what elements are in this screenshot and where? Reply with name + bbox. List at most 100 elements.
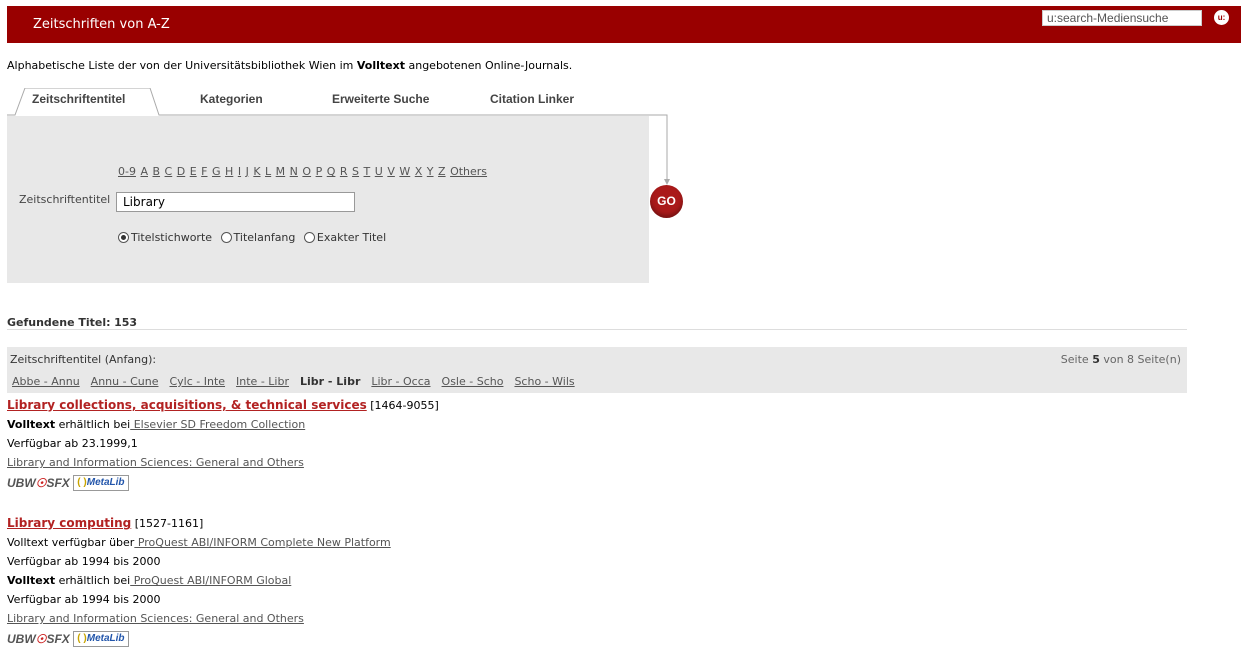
- page-prefix: Seite: [1060, 353, 1089, 366]
- availability-text: Volltext verfügbar über: [7, 536, 135, 549]
- entry-title-line: Library computing [1527-1161]: [7, 514, 391, 533]
- range-link[interactable]: Scho - Wils: [514, 375, 574, 388]
- intro-text: Alphabetische Liste der von der Universi…: [7, 59, 572, 72]
- tab-erweiterte-suche[interactable]: Erweiterte Suche: [332, 92, 429, 106]
- ubw-text: UBW: [7, 475, 36, 490]
- tab-citation-linker[interactable]: Citation Linker: [490, 92, 574, 106]
- title-search-input[interactable]: Library: [116, 192, 355, 212]
- metalib-icon: ( ): [77, 477, 87, 488]
- provider-link[interactable]: Elsevier SD Freedom Collection: [130, 418, 306, 431]
- alphabet-link[interactable]: E: [190, 165, 197, 178]
- sfx-logo-icon: ☉: [35, 475, 47, 490]
- divider: [7, 329, 1187, 330]
- go-button[interactable]: GO: [650, 185, 683, 218]
- page-current: 5: [1092, 353, 1100, 366]
- alphabet-link[interactable]: A: [140, 165, 148, 178]
- found-count: Gefundene Titel: 153: [7, 316, 137, 329]
- alphabet-link[interactable]: O: [302, 165, 311, 178]
- category-link[interactable]: Library and Information Sciences: Genera…: [7, 612, 304, 625]
- range-label: Zeitschriftentitel (Anfang):: [10, 353, 157, 366]
- journal-entry: Library collections, acquisitions, & tec…: [7, 396, 439, 491]
- range-link[interactable]: Annu - Cune: [91, 375, 159, 388]
- tab-kategorien[interactable]: Kategorien: [200, 92, 263, 106]
- alphabet-link[interactable]: Q: [327, 165, 336, 178]
- alphabet-link[interactable]: M: [276, 165, 286, 178]
- alphabet-link[interactable]: W: [399, 165, 410, 178]
- alphabet-link[interactable]: H: [225, 165, 233, 178]
- availability-line: Volltext verfügbar über ProQuest ABI/INF…: [7, 533, 391, 552]
- alphabet-link[interactable]: K: [253, 165, 260, 178]
- radio-titelstichworte[interactable]: Titelstichworte: [118, 231, 212, 244]
- range-link[interactable]: Osle - Scho: [442, 375, 504, 388]
- volltext-label: Volltext: [7, 418, 56, 431]
- search-mode-radios: Titelstichworte Titelanfang Exakter Tite…: [118, 231, 391, 244]
- title-label: Zeitschriftentitel: [19, 193, 111, 206]
- alphabet-link[interactable]: V: [387, 165, 395, 178]
- category-line: Library and Information Sciences: Genera…: [7, 609, 391, 628]
- radio-label: Titelstichworte: [131, 231, 213, 244]
- provider-link[interactable]: ProQuest ABI/INFORM Complete New Platfor…: [134, 536, 391, 549]
- metalib-button[interactable]: ( )MetaLib: [73, 475, 129, 491]
- sfx-logo-icon: ☉: [35, 631, 47, 646]
- range-link[interactable]: Abbe - Annu: [12, 375, 80, 388]
- radio-checked-icon[interactable]: [118, 232, 129, 243]
- alphabet-link[interactable]: F: [201, 165, 207, 178]
- badge-row: UBW☉SFX ( )MetaLib: [7, 473, 439, 491]
- radio-label: Exakter Titel: [316, 231, 387, 244]
- alphabet-link[interactable]: I: [238, 165, 241, 178]
- category-line: Library and Information Sciences: Genera…: [7, 453, 439, 472]
- range-link[interactable]: Libr - Occa: [371, 375, 430, 388]
- radio-unchecked-icon[interactable]: [303, 232, 315, 243]
- coverage-line: Verfügbar ab 1994 bis 2000: [7, 555, 161, 568]
- alphabet-link[interactable]: L: [265, 165, 271, 178]
- tab-zeitschriftentitel[interactable]: Zeitschriftentitel: [32, 92, 125, 106]
- found-label: Gefundene Titel:: [7, 316, 111, 329]
- alphabet-link[interactable]: Others: [450, 165, 487, 178]
- availability-text: erhältlich bei: [55, 574, 131, 587]
- range-link[interactable]: Inte - Libr: [236, 375, 289, 388]
- media-search-input[interactable]: u:search-Mediensuche: [1042, 10, 1202, 26]
- alphabet-link[interactable]: B: [153, 165, 161, 178]
- range-links: Abbe - Annu Annu - Cune Cylc - Inte Inte - …: [12, 375, 586, 388]
- alphabet-link[interactable]: P: [316, 165, 323, 178]
- page-info: Seite 5 von 8 Seite(n): [1061, 353, 1181, 366]
- journal-title-link[interactable]: Library computing: [7, 516, 131, 530]
- alphabet-link[interactable]: J: [246, 165, 249, 178]
- journal-entry: Library computing [1527-1161] Volltext v…: [7, 514, 391, 647]
- alphabet-link[interactable]: Y: [427, 165, 434, 178]
- alphabet-link[interactable]: X: [415, 165, 423, 178]
- page-suffix: von 8 Seite(n): [1103, 353, 1181, 366]
- alphabet-link[interactable]: 0-9: [118, 165, 136, 178]
- ubw-sfx-button[interactable]: UBW☉SFX: [7, 474, 70, 493]
- alphabet-nav: 0-9 A B C D E F G H I J K L M N O P Q R …: [118, 165, 488, 178]
- metalib-text: MetaLib: [86, 477, 125, 488]
- alphabet-link[interactable]: R: [340, 165, 348, 178]
- radio-exakter-titel[interactable]: Exakter Titel: [303, 231, 387, 244]
- radio-titelanfang[interactable]: Titelanfang: [220, 231, 295, 244]
- range-link[interactable]: Cylc - Inte: [169, 375, 225, 388]
- issn: [1464-9055]: [370, 399, 439, 412]
- category-link[interactable]: Library and Information Sciences: Genera…: [7, 456, 304, 469]
- range-nav-box: Zeitschriftentitel (Anfang): Seite 5 von…: [7, 347, 1187, 393]
- badge-row: UBW☉SFX ( )MetaLib: [7, 629, 391, 647]
- alphabet-link[interactable]: U: [375, 165, 383, 178]
- alphabet-link[interactable]: S: [352, 165, 359, 178]
- availability-line: Volltext erhältlich bei ProQuest ABI/INF…: [7, 571, 391, 590]
- alphabet-link[interactable]: D: [177, 165, 185, 178]
- entry-title-line: Library collections, acquisitions, & tec…: [7, 396, 439, 415]
- univie-logo-icon[interactable]: u:: [1214, 10, 1229, 25]
- alphabet-link[interactable]: Z: [438, 165, 446, 178]
- range-link[interactable]: Libr - Libr: [300, 375, 360, 388]
- metalib-icon: ( ): [77, 633, 87, 644]
- tab-bar: Zeitschriftentitel Kategorien Erweiterte…: [7, 88, 667, 116]
- alphabet-link[interactable]: C: [165, 165, 173, 178]
- radio-unchecked-icon[interactable]: [220, 232, 232, 243]
- alphabet-link[interactable]: N: [290, 165, 298, 178]
- header-bar: Zeitschriften von A-Z u:search-Mediensuc…: [7, 6, 1241, 43]
- journal-title-link[interactable]: Library collections, acquisitions, & tec…: [7, 398, 367, 412]
- metalib-text: MetaLib: [86, 633, 125, 644]
- alphabet-link[interactable]: T: [364, 165, 371, 178]
- ubw-sfx-button[interactable]: UBW☉SFX: [7, 630, 70, 649]
- alphabet-link[interactable]: G: [212, 165, 221, 178]
- provider-link[interactable]: ProQuest ABI/INFORM Global: [130, 574, 292, 587]
